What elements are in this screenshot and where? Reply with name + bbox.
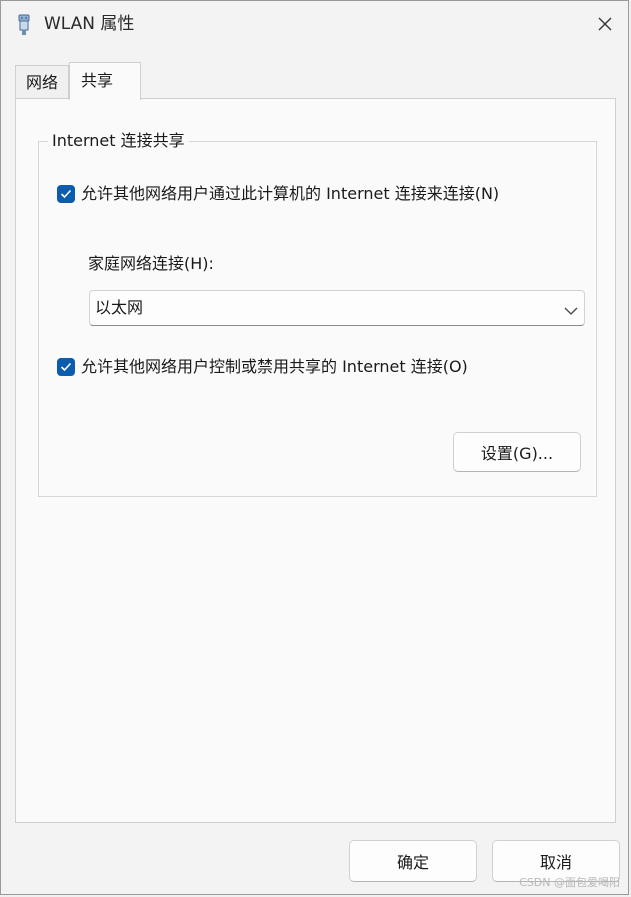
checkmark-icon [60,362,72,372]
home-network-value: 以太网 [95,298,144,317]
properties-window: WLAN 属性 网络 共享 Internet 连接共享 允许其他网络用户通过此计… [0,0,629,895]
allow-control-checkbox[interactable] [57,358,75,376]
allow-sharing-label: 允许其他网络用户通过此计算机的 Internet 连接来连接(N) [81,184,500,203]
allow-sharing-checkbox[interactable] [57,185,75,203]
network-adapter-icon [15,14,33,36]
checkmark-icon [60,189,72,199]
close-button[interactable] [582,1,628,49]
sharing-tab-panel: Internet 连接共享 允许其他网络用户通过此计算机的 Internet 连… [15,98,616,823]
tab-network[interactable]: 网络 [15,65,70,99]
tab-sharing[interactable]: 共享 [69,62,142,100]
close-icon [598,16,612,35]
home-network-select[interactable]: 以太网 [89,290,585,326]
chevron-down-icon [563,302,579,315]
allow-control-label: 允许其他网络用户控制或禁用共享的 Internet 连接(O) [81,357,468,376]
ok-button[interactable]: 确定 [349,840,477,882]
allow-sharing-option[interactable]: 允许其他网络用户通过此计算机的 Internet 连接来连接(N) [57,184,499,204]
allow-control-option[interactable]: 允许其他网络用户控制或禁用共享的 Internet 连接(O) [57,357,468,377]
group-title: Internet 连接共享 [48,131,189,151]
internet-sharing-group: Internet 连接共享 允许其他网络用户通过此计算机的 Internet 连… [38,131,597,497]
home-network-label: 家庭网络连接(H): [88,254,214,273]
tab-strip: 网络 共享 [15,61,142,100]
dialog-footer: 确定 取消 CSDN @面包爱喝阳 [1,823,628,894]
window-title: WLAN 属性 [44,14,135,34]
settings-button[interactable]: 设置(G)... [453,432,581,472]
watermark: CSDN @面包爱喝阳 [519,876,620,889]
title-bar: WLAN 属性 [1,1,628,49]
